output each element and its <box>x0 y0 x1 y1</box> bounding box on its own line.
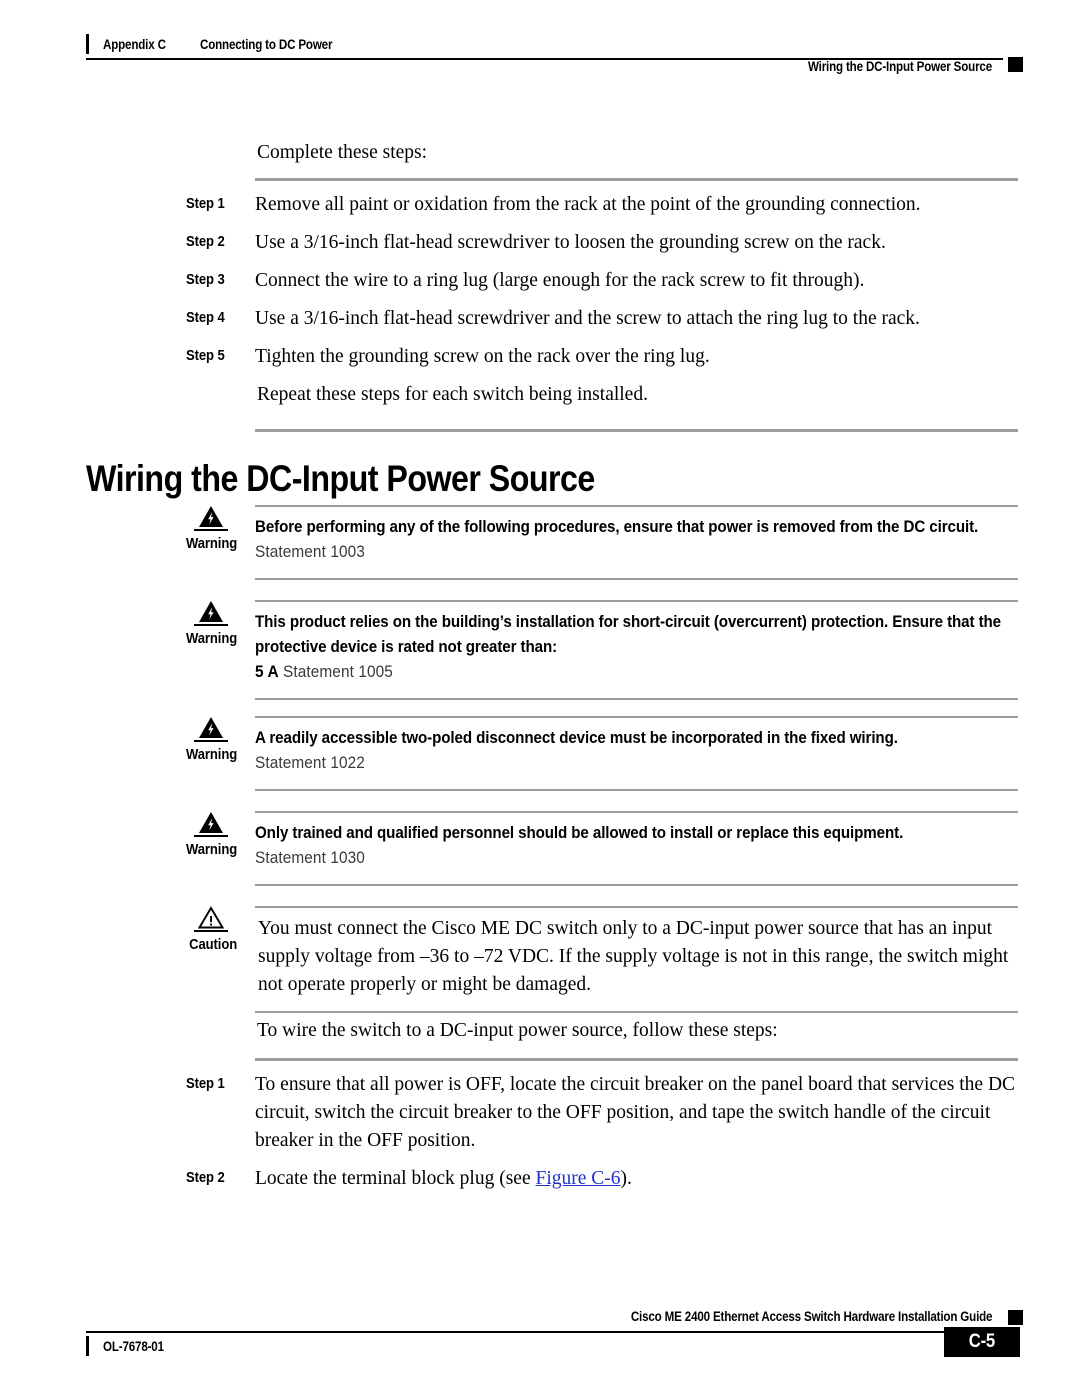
steps-bottom-rule <box>255 429 1018 432</box>
admonition-top-rule <box>255 906 1018 908</box>
step-label: Step 3 <box>186 272 225 288</box>
footer-document-id: OL-7678-01 <box>103 1338 164 1354</box>
admonition-gutter: Caution <box>180 906 242 953</box>
step-text-before-link: Locate the terminal block plug (see <box>255 1168 536 1189</box>
admonition-label: Warning <box>186 842 238 858</box>
admonition-statement-line: 5 A Statement 1005 <box>255 660 1015 684</box>
admonition-rating: 5 A <box>255 663 279 681</box>
caution-exclamation-triangle-icon <box>198 906 224 929</box>
page-footer: Cisco ME 2400 Ethernet Access Switch Har… <box>0 1300 1080 1397</box>
step-row: Step 2 Locate the terminal block plug (s… <box>186 1165 1018 1193</box>
admonition-body: This product relies on the building’s in… <box>255 600 1018 700</box>
footer-guide-title: Cisco ME 2400 Ethernet Access Switch Har… <box>630 1309 993 1324</box>
admonition-text: A readily accessible two-poled disconnec… <box>255 729 898 747</box>
admonition-gutter: Warning <box>180 505 242 552</box>
wire-intro-paragraph: To wire the switch to a DC-input power s… <box>257 1020 778 1041</box>
step-text: Tighten the grounding screw on the rack … <box>255 346 710 367</box>
footer-rule <box>86 1331 1003 1333</box>
header-chapter-title: Connecting to DC Power <box>200 36 333 52</box>
admonition-label: Warning <box>186 536 238 552</box>
admonition-text: You must connect the Cisco ME DC switch … <box>258 918 1009 995</box>
header-left-group: Appendix C Connecting to DC Power <box>86 34 354 54</box>
admonition-statement: Statement 1030 <box>255 849 365 867</box>
admonition-bottom-rule <box>255 698 1018 700</box>
admonition-body: A readily accessible two-poled disconnec… <box>255 716 1018 791</box>
admonition-gutter: Warning <box>180 811 242 858</box>
header-appendix-label: Appendix C <box>103 36 166 52</box>
footer-left-group: OL-7678-01 <box>86 1336 174 1356</box>
footer-tick-bar <box>86 1336 89 1356</box>
step-label: Step 2 <box>186 234 225 250</box>
admonition-label: Caution <box>189 937 238 953</box>
footer-title-group: Cisco ME 2400 Ethernet Access Switch Har… <box>572 1309 1023 1325</box>
admonition-label: Warning <box>186 747 238 763</box>
wiring-steps-block: Step 1 To ensure that all power is OFF, … <box>186 1058 1018 1193</box>
admonition-label: Warning <box>186 631 238 647</box>
step-text: Use a 3/16-inch flat-head screwdriver an… <box>255 308 920 329</box>
admonition-icon-rule <box>194 624 228 626</box>
admonition-body: Only trained and qualified personnel sho… <box>255 811 1018 886</box>
warning-lightning-triangle-icon <box>199 506 223 527</box>
admonition-icon-rule <box>194 930 228 932</box>
step-label: Step 2 <box>186 1170 225 1186</box>
header-right-group: Wiring the DC-Input Power Source <box>778 56 1023 76</box>
admonition-icon-rule <box>194 529 228 531</box>
step-label: Step 1 <box>186 196 225 212</box>
step-text-after-link: ). <box>620 1168 632 1189</box>
admonition-icon-rule <box>194 740 228 742</box>
step-text: Connect the wire to a ring lug (large en… <box>255 270 865 291</box>
step-text: Remove all paint or oxidation from the r… <box>255 194 921 215</box>
header-square-marker-icon <box>1008 56 1023 72</box>
admonition-statement: Statement 1005 <box>283 663 393 681</box>
admonition-top-rule <box>255 505 1018 507</box>
admonition-gutter: Warning <box>180 716 242 763</box>
admonition-bottom-rule <box>255 1011 1018 1013</box>
step-row: Step 1 To ensure that all power is OFF, … <box>186 1071 1018 1155</box>
step-row: Step 1 Remove all paint or oxidation fro… <box>186 191 1018 219</box>
admonition-gutter: Warning <box>180 600 242 647</box>
grounding-steps-block: Step 1 Remove all paint or oxidation fro… <box>186 178 1018 432</box>
admonition-bottom-rule <box>255 884 1018 886</box>
admonition-text: Only trained and qualified personnel sho… <box>255 824 904 842</box>
admonition-top-rule <box>255 716 1018 718</box>
step-label: Step 5 <box>186 348 225 364</box>
step-row: Step 2 Use a 3/16-inch flat-head screwdr… <box>186 229 1018 257</box>
admonition-body: Before performing any of the following p… <box>255 505 1018 580</box>
footer-page-number-box: C-5 <box>944 1327 1020 1357</box>
step-text-with-link: Locate the terminal block plug (see Figu… <box>255 1165 1018 1193</box>
steps-top-rule <box>255 1058 1018 1061</box>
steps-top-rule <box>255 178 1018 181</box>
admonition-icon-rule <box>194 835 228 837</box>
admonition-statement: Statement 1022 <box>255 754 365 772</box>
step-row: Step 5 Tighten the grounding screw on th… <box>186 343 1018 371</box>
page-title: Wiring the DC-Input Power Source <box>86 458 595 499</box>
step-row: Step 4 Use a 3/16-inch flat-head screwdr… <box>186 305 1018 333</box>
admonition-top-rule <box>255 811 1018 813</box>
admonition-bottom-rule <box>255 789 1018 791</box>
step-row: Step 3 Connect the wire to a ring lug (l… <box>186 267 1018 295</box>
admonition-body: You must connect the Cisco ME DC switch … <box>255 906 1018 1013</box>
admonition-bottom-rule <box>255 578 1018 580</box>
step-text: Use a 3/16-inch flat-head screwdriver to… <box>255 232 886 253</box>
figure-c6-link[interactable]: Figure C-6 <box>535 1168 620 1189</box>
warning-lightning-triangle-icon <box>199 717 223 738</box>
footer-page-number: C-5 <box>968 1331 996 1352</box>
warning-lightning-triangle-icon <box>199 812 223 833</box>
intro-paragraph: Complete these steps: <box>257 142 428 163</box>
admonition-statement: Statement 1003 <box>255 543 365 561</box>
footer-square-marker-icon <box>1008 1310 1023 1325</box>
header-section-title: Wiring the DC-Input Power Source <box>807 58 992 74</box>
step-label: Step 4 <box>186 310 225 326</box>
header-tick-bar <box>86 34 89 54</box>
document-page: Appendix C Connecting to DC Power Wiring… <box>0 0 1080 1397</box>
steps-closing-paragraph: Repeat these steps for each switch being… <box>257 384 648 405</box>
admonition-text: This product relies on the building’s in… <box>255 613 1001 656</box>
page-header: Appendix C Connecting to DC Power Wiring… <box>0 0 1080 90</box>
step-text: To ensure that all power is OFF, locate … <box>255 1074 1016 1151</box>
warning-lightning-triangle-icon <box>199 601 223 622</box>
step-label: Step 1 <box>186 1076 225 1092</box>
admonition-top-rule <box>255 600 1018 602</box>
admonition-text: Before performing any of the following p… <box>255 518 979 536</box>
